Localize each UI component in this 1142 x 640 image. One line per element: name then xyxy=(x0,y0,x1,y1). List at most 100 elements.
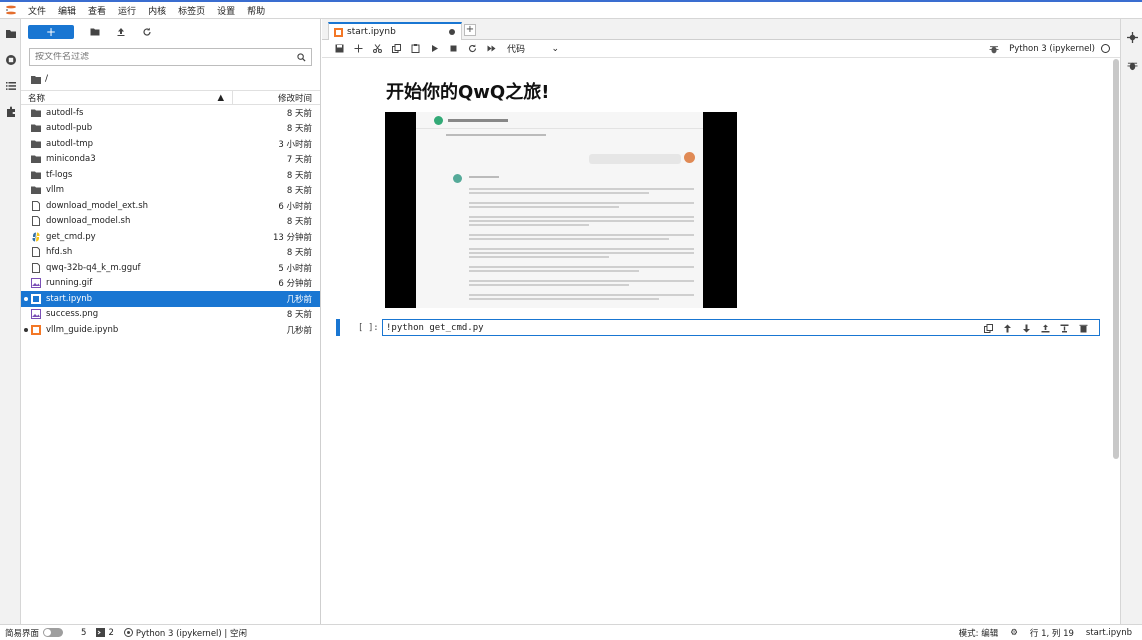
file-row-start-ipynb[interactable]: start.ipynb 几秒前 xyxy=(21,291,320,307)
active-cell-marker[interactable] xyxy=(336,319,340,336)
notebook-scrollbar[interactable] xyxy=(1113,59,1119,459)
extension-icon[interactable] xyxy=(0,101,21,123)
cell-type-select[interactable]: 代码 ⌄ xyxy=(507,42,559,56)
insert-below-button[interactable] xyxy=(1055,322,1074,335)
scrollbar-thumb[interactable] xyxy=(1113,59,1119,459)
menu-settings[interactable]: 设置 xyxy=(211,4,241,17)
terminal-count[interactable]: 5 xyxy=(81,628,86,638)
column-name-header[interactable]: 名称 xyxy=(28,92,45,104)
file-modified: 8 天前 xyxy=(286,217,312,228)
file-row-qwq-32b-q4-k-m-gguf[interactable]: qwq-32b-q4_k_m.gguf 5 小时前 xyxy=(21,260,320,276)
folder-icon xyxy=(31,138,43,149)
file-name: vllm_guide.ipynb xyxy=(46,324,119,335)
column-modified-header[interactable]: 修改时间 xyxy=(233,92,320,104)
file-row-vllm[interactable]: vllm 8 天前 xyxy=(21,183,320,199)
file-modified: 6 小时前 xyxy=(278,201,312,212)
duplicate-cell-button[interactable] xyxy=(979,322,998,335)
add-tab-button[interactable]: + xyxy=(464,24,476,36)
notebook-icon xyxy=(31,293,43,304)
left-sidebar xyxy=(0,19,21,624)
file-filter-input[interactable] xyxy=(35,52,275,62)
file-row-hfd-sh[interactable]: hfd.sh 8 天前 xyxy=(21,245,320,261)
file-row-miniconda3[interactable]: miniconda3 7 天前 xyxy=(21,152,320,168)
insert-cell-button[interactable] xyxy=(349,41,368,57)
file-row-vllm-guide-ipynb[interactable]: vllm_guide.ipynb 几秒前 xyxy=(21,322,320,338)
file-modified: 6 分钟前 xyxy=(278,279,312,290)
cut-button[interactable] xyxy=(368,41,387,57)
file-row-autodl-tmp[interactable]: autodl-tmp 3 小时前 xyxy=(21,136,320,152)
breadcrumb-path[interactable]: / xyxy=(45,74,48,84)
insert-above-button[interactable] xyxy=(1036,322,1055,335)
menu-file[interactable]: 文件 xyxy=(22,4,52,17)
breadcrumb: / xyxy=(21,68,320,90)
cell-prompt: [ ]: xyxy=(358,323,379,333)
notebook-toolbar: 代码 ⌄ Python 3 (ipykernel) xyxy=(322,40,1120,58)
file-filter[interactable] xyxy=(29,48,312,66)
copy-button[interactable] xyxy=(387,41,406,57)
file-row-download-model-ext-sh[interactable]: download_model_ext.sh 6 小时前 xyxy=(21,198,320,214)
property-inspector-icon[interactable] xyxy=(1121,27,1142,47)
tab-start-ipynb[interactable]: start.ipynb xyxy=(328,22,462,40)
refresh-button[interactable] xyxy=(134,24,160,40)
run-all-button[interactable] xyxy=(482,41,501,57)
file-row-tf-logs[interactable]: tf-logs 8 天前 xyxy=(21,167,320,183)
code-text[interactable]: !python get_cmd.py xyxy=(386,323,484,333)
folder-icon xyxy=(31,169,43,180)
file-icon xyxy=(31,247,43,258)
file-row-autodl-pub[interactable]: autodl-pub 8 天前 xyxy=(21,121,320,137)
image-file-icon xyxy=(31,278,43,289)
file-list: autodl-fs 8 天前 autodl-pub 8 天前 autodl-tmp 3 小… xyxy=(21,105,320,338)
toc-icon[interactable] xyxy=(0,75,21,97)
unsaved-dot-icon[interactable] xyxy=(449,29,455,35)
file-row-download-model-sh[interactable]: download_model.sh 8 天前 xyxy=(21,214,320,230)
chevron-down-icon: ⌄ xyxy=(551,43,559,54)
kernel-indicator[interactable]: Python 3 (ipykernel) xyxy=(989,44,1120,54)
menu-kernel[interactable]: 内核 xyxy=(142,4,172,17)
run-button[interactable] xyxy=(425,41,444,57)
file-row-success-png[interactable]: success.png 8 天前 xyxy=(21,307,320,323)
running-icon[interactable] xyxy=(0,49,21,71)
cursor-position[interactable]: 行 1, 列 19 xyxy=(1030,627,1074,639)
move-up-button[interactable] xyxy=(998,322,1017,335)
folder-icon[interactable] xyxy=(31,75,41,84)
code-cell[interactable]: [ ]: !python get_cmd.py xyxy=(336,319,1102,336)
sort-caret-icon[interactable]: ▲ xyxy=(217,93,224,103)
kernel-info[interactable]: Python 3 (ipykernel) | 空闲 xyxy=(123,627,247,639)
new-launcher-button[interactable]: + xyxy=(28,25,74,39)
file-modified: 7 天前 xyxy=(286,155,312,166)
file-modified: 8 天前 xyxy=(286,248,312,259)
menu-help[interactable]: 帮助 xyxy=(241,4,271,17)
file-browser-toolbar: + xyxy=(21,19,320,45)
debugger-icon[interactable] xyxy=(1121,55,1142,75)
code-input[interactable]: !python get_cmd.py xyxy=(382,319,1100,336)
upload-button[interactable] xyxy=(108,24,134,40)
interrupt-button[interactable] xyxy=(444,41,463,57)
folder-icon[interactable] xyxy=(0,23,21,45)
notebook-area: start.ipynb + 代码 ⌄ Python 3 (ipykernel) … xyxy=(322,19,1120,624)
new-folder-button[interactable] xyxy=(82,24,108,40)
file-row-autodl-fs[interactable]: autodl-fs 8 天前 xyxy=(21,105,320,121)
bug-icon[interactable] xyxy=(989,44,999,54)
file-name: download_model_ext.sh xyxy=(46,200,149,211)
file-modified: 几秒前 xyxy=(286,325,312,336)
menu-view[interactable]: 查看 xyxy=(82,4,112,17)
delete-cell-button[interactable] xyxy=(1074,322,1093,335)
markdown-heading: 开始你的QwQ之旅! xyxy=(386,82,550,103)
simple-mode-toggle[interactable] xyxy=(43,628,64,637)
kernel-status-text: Python 3 (ipykernel) | 空闲 xyxy=(135,628,247,639)
menu-tabs[interactable]: 标签页 xyxy=(172,4,211,17)
restart-button[interactable] xyxy=(463,41,482,57)
file-modified: 13 分钟前 xyxy=(272,232,312,243)
file-name: vllm xyxy=(46,185,65,196)
save-button[interactable] xyxy=(330,41,349,57)
file-name: miniconda3 xyxy=(46,154,96,165)
menu-edit[interactable]: 编辑 xyxy=(52,4,82,17)
file-row-get-cmd-py[interactable]: get_cmd.py 13 分钟前 xyxy=(21,229,320,245)
kernel-count[interactable]: 2 xyxy=(96,628,114,638)
kernel-name[interactable]: Python 3 (ipykernel) xyxy=(1009,44,1095,54)
shield-icon[interactable]: ⚙ xyxy=(1010,628,1018,638)
move-down-button[interactable] xyxy=(1017,322,1036,335)
file-row-running-gif[interactable]: running.gif 6 分钟前 xyxy=(21,276,320,292)
paste-button[interactable] xyxy=(406,41,425,57)
menu-run[interactable]: 运行 xyxy=(112,4,142,17)
